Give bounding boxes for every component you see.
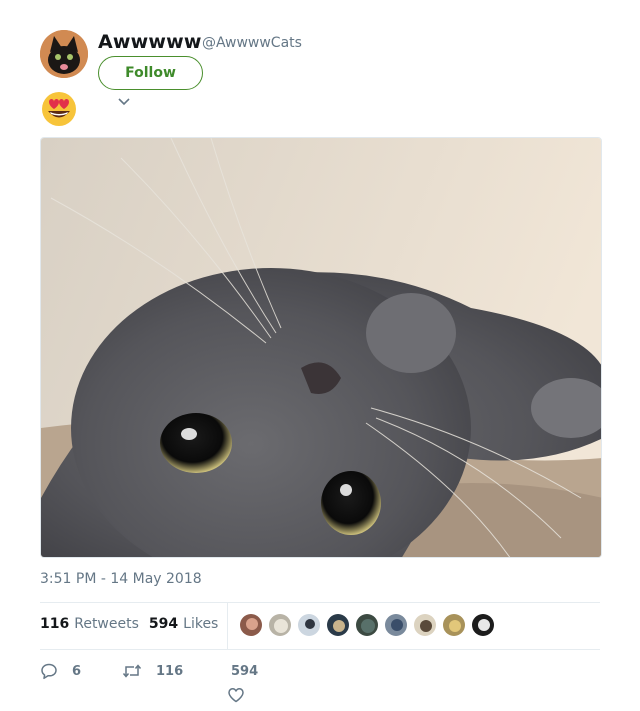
liker-avatar[interactable] <box>239 613 263 637</box>
liker-avatar[interactable] <box>268 613 292 637</box>
heart-icon <box>228 688 244 703</box>
liker-avatar[interactable] <box>442 613 466 637</box>
retweets-stat[interactable]: 116 Retweets <box>40 616 139 632</box>
reply-icon <box>41 663 57 680</box>
likes-stat[interactable]: 594 Likes <box>149 616 218 632</box>
stats-vertical-divider <box>227 602 228 649</box>
liker-avatars <box>239 613 495 637</box>
retweet-action[interactable]: 116 <box>122 662 183 680</box>
author-avatar[interactable] <box>40 30 88 78</box>
tweet-stats: 116 Retweets 594 Likes <box>40 616 224 632</box>
reply-count: 6 <box>72 663 82 679</box>
stats-divider-bottom <box>40 649 600 650</box>
like-action[interactable] <box>227 686 245 704</box>
liker-avatar[interactable] <box>355 613 379 637</box>
tweet-text-emoji <box>40 90 78 128</box>
chevron-down-icon[interactable] <box>116 94 132 108</box>
liker-avatar[interactable] <box>297 613 321 637</box>
likes-count: 594 <box>148 616 179 632</box>
retweets-label: Retweets <box>74 616 139 632</box>
author-name[interactable]: Awwwww <box>98 31 202 53</box>
retweet-icon <box>122 664 142 678</box>
reply-action[interactable]: 6 <box>40 662 81 680</box>
author-handle[interactable]: @AwwwwCats <box>202 35 302 51</box>
liker-avatar[interactable] <box>326 613 350 637</box>
liker-avatar[interactable] <box>384 613 408 637</box>
likes-label: Likes <box>183 616 219 632</box>
like-action-count: 594 <box>231 664 259 679</box>
liker-avatar[interactable] <box>471 613 495 637</box>
retweets-count: 116 <box>40 616 70 632</box>
tweet-timestamp[interactable]: 3:51 PM - 14 May 2018 <box>40 571 202 587</box>
stats-divider-top <box>40 602 600 603</box>
liker-avatar[interactable] <box>413 613 437 637</box>
follow-button[interactable]: Follow <box>98 56 203 90</box>
tweet-photo[interactable] <box>40 137 602 558</box>
retweet-action-count: 116 <box>156 663 184 679</box>
